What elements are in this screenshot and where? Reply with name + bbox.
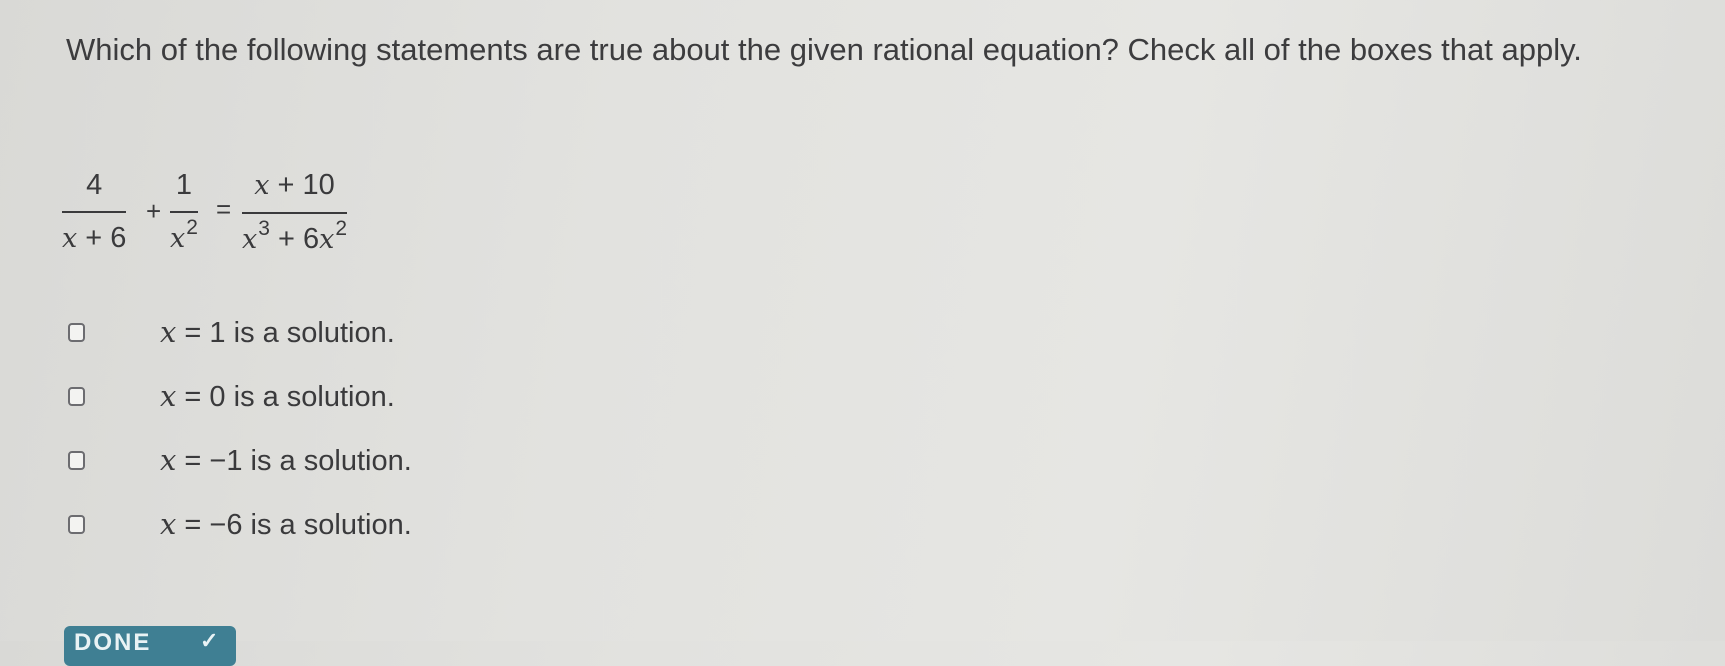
equals-sign: = <box>216 194 232 224</box>
option-x-equals-neg-1[interactable]: x = −1 is a solution. <box>68 440 588 480</box>
done-label: DONE <box>74 629 152 656</box>
checkbox[interactable] <box>68 450 85 470</box>
option-x-equals-0[interactable]: x = 0 is a solution. <box>68 376 588 416</box>
plus-sign: + <box>146 196 162 226</box>
rational-equation: 4 x + 6 + 1 x2 = x + 10 x3 + 6x2 <box>62 168 482 280</box>
option-x-equals-neg-6[interactable]: x = −6 is a solution. <box>68 504 588 544</box>
fraction-term-2: 1 x2 <box>170 168 198 258</box>
done-button[interactable]: DONE ✓ <box>64 626 236 666</box>
fraction-bar <box>242 212 348 214</box>
question-prompt: Which of the following statements are tr… <box>66 32 1582 67</box>
denominator: x3 + 6x2 <box>242 217 348 255</box>
numerator: x + 10 <box>254 169 335 201</box>
fraction-bar <box>170 211 198 213</box>
fraction-bar <box>62 211 127 213</box>
denominator: x2 <box>170 216 198 254</box>
option-label: x = 1 is a solution. <box>160 314 395 349</box>
fraction-term-3: x + 10 x3 + 6x2 <box>242 168 348 259</box>
checkbox[interactable] <box>68 514 85 534</box>
option-label: x = 0 is a solution. <box>160 378 395 413</box>
checkbox[interactable] <box>68 322 85 342</box>
denominator: x + 6 <box>62 222 127 254</box>
option-label: x = −1 is a solution. <box>160 442 412 477</box>
numerator: 1 <box>175 169 193 201</box>
checkbox[interactable] <box>68 386 85 406</box>
option-x-equals-1[interactable]: x = 1 is a solution. <box>68 312 588 352</box>
fraction-term-1: 4 x + 6 <box>62 168 127 256</box>
check-icon: ✓ <box>200 628 221 653</box>
option-label: x = −6 is a solution. <box>160 506 412 541</box>
numerator: 4 <box>86 169 103 201</box>
